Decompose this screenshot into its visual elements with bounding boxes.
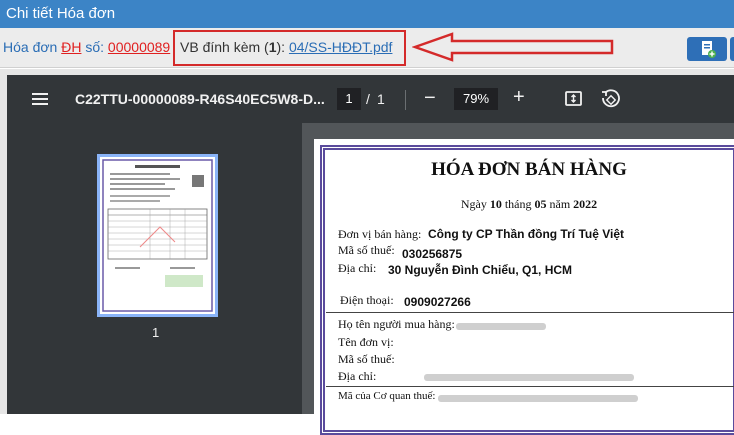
invoice-title: HÓA ĐƠN BÁN HÀNG [431, 159, 627, 180]
redacted-buyer-name [456, 323, 546, 330]
zoom-in-button[interactable]: + [513, 86, 525, 108]
attachment-label: VB đính kèm (1): 04/SS-HĐĐT.pdf [180, 39, 392, 55]
invoice-type-link[interactable]: ĐH [61, 39, 81, 55]
redacted-buyer-address [424, 374, 634, 381]
add-document-button[interactable] [687, 37, 727, 61]
invoice-date: Ngày 10 tháng 05 năm 2022 [314, 197, 734, 212]
invoice-number-link[interactable]: 00000089 [108, 39, 170, 55]
seller-tax-label: Mã số thuế: [338, 243, 395, 257]
date-year-label: năm [549, 197, 571, 211]
seller-phone-value: 0909027266 [404, 295, 471, 309]
red-arrow-annotation [412, 32, 614, 62]
buyer-address-label: Địa chỉ: [338, 369, 377, 383]
date-day: 10 [489, 197, 502, 211]
thumbnail-preview-image [100, 157, 215, 314]
seller-value: Công ty CP Thần đồng Trí Tuệ Việt [428, 227, 625, 241]
window-title: Chi tiết Hóa đơn [0, 0, 734, 28]
date-prefix: Ngày [460, 197, 487, 211]
redacted-agency-code [438, 395, 638, 402]
buyer-tax-label: Mã số thuế: [338, 352, 395, 366]
attachment-label-close: ): [276, 39, 286, 55]
pdf-page: HÓA ĐƠN BÁN HÀNG Ngày 10 tháng 05 năm 20… [314, 139, 734, 435]
invoice-number-label-text: số: [85, 39, 105, 55]
date-year: 2022 [573, 197, 598, 211]
buyer-name-label: Họ tên người mua hàng: [338, 317, 455, 331]
page-number-input[interactable]: 1 [337, 88, 361, 110]
seller-label: Đơn vị bán hàng: [338, 227, 422, 241]
fit-to-page-icon[interactable] [564, 89, 584, 109]
page-total: 1 [377, 91, 385, 107]
attachment-file-link[interactable]: 04/SS-HĐĐT.pdf [289, 39, 392, 55]
pdf-viewer: C22TTU-00000089-R46S40EC5W8-D... 1 / 1 −… [7, 75, 734, 435]
section-divider [326, 312, 734, 313]
page-thumbnail[interactable] [97, 154, 218, 317]
rotate-icon[interactable] [599, 88, 621, 110]
attachment-count: 1 [268, 39, 277, 55]
seller-address-label: Địa chỉ: [338, 261, 377, 275]
document-add-icon [702, 41, 716, 58]
buyer-unit-label: Tên đơn vị: [338, 335, 394, 349]
thumbnail-sidebar: 1 [7, 123, 302, 414]
pdf-toolbar: C22TTU-00000089-R46S40EC5W8-D... 1 / 1 −… [7, 75, 734, 123]
invoice-number-label: Hóa đơn ĐH số: 00000089 [3, 39, 170, 55]
zoom-out-button[interactable]: − [424, 87, 436, 109]
invoice-info-bar: Hóa đơn ĐH số: 00000089 VB đính kèm (1):… [0, 28, 734, 68]
section-divider-2 [326, 386, 734, 387]
zoom-level-input[interactable]: 79% [454, 88, 498, 110]
attachment-label-text: VB đính kèm ( [180, 39, 269, 55]
pdf-viewer-frame: C22TTU-00000089-R46S40EC5W8-D... 1 / 1 −… [0, 69, 734, 435]
agency-code-label: Mã của Cơ quan thuế: [338, 390, 436, 402]
seller-address-value: 30 Nguyễn Đình Chiểu, Q1, HCM [388, 263, 573, 277]
pdf-filename: C22TTU-00000089-R46S40EC5W8-D... [75, 91, 325, 107]
menu-icon[interactable] [32, 90, 50, 108]
date-month: 05 [534, 197, 547, 211]
seller-tax-value: 030256875 [402, 247, 463, 261]
page-separator: / [366, 91, 370, 107]
seller-phone-label: Điện thoại: [340, 293, 394, 307]
toolbar-divider [405, 90, 406, 110]
pdf-page-area: HÓA ĐƠN BÁN HÀNG Ngày 10 tháng 05 năm 20… [302, 123, 734, 435]
invoice-prefix: Hóa đơn [3, 39, 58, 55]
more-button[interactable] [730, 37, 734, 61]
date-month-label: tháng [504, 197, 532, 211]
thumbnail-page-number: 1 [152, 325, 160, 340]
